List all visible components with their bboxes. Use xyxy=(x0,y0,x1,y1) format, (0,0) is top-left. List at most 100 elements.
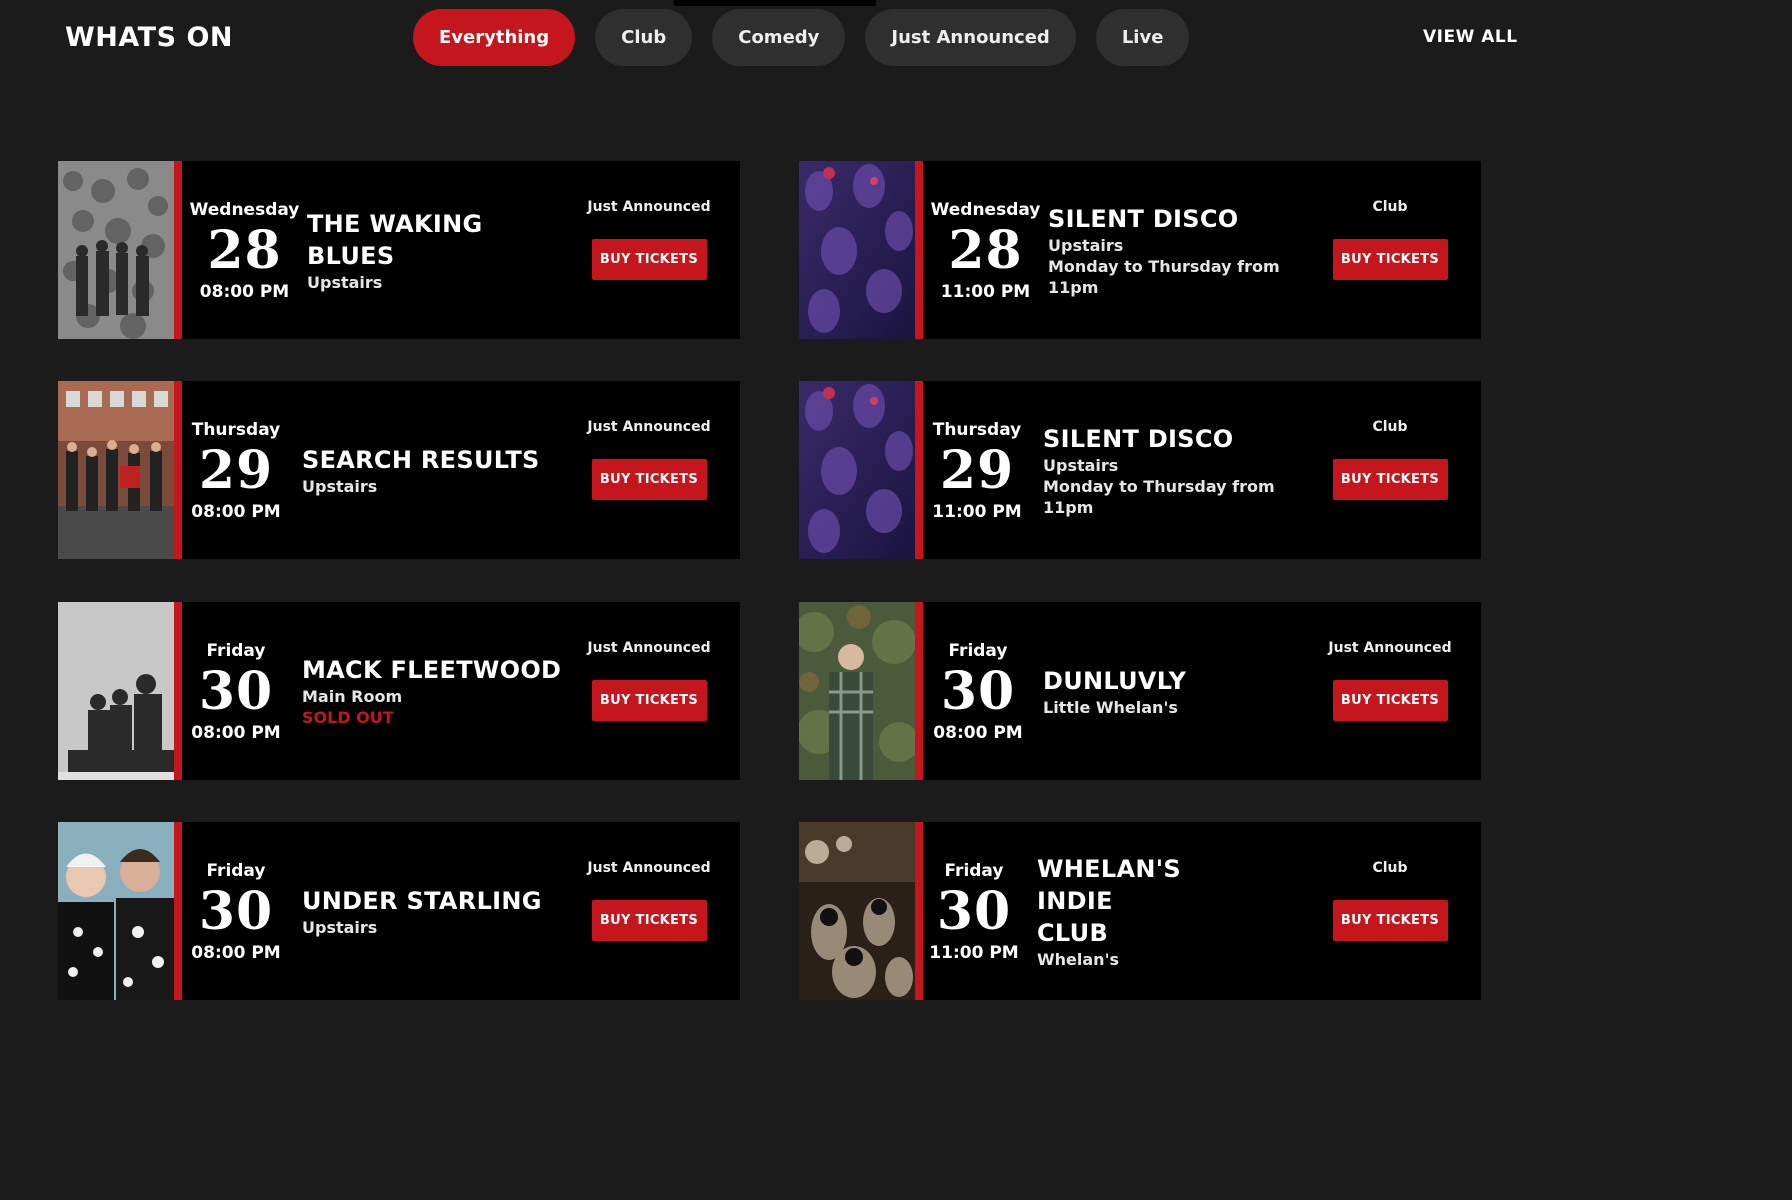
accent-bar xyxy=(174,602,182,780)
event-day: 29 xyxy=(939,440,1015,501)
event-date: Friday 30 11:00 PM xyxy=(923,822,1025,1000)
event-date: Wednesday 28 08:00 PM xyxy=(182,161,307,339)
event-time: 11:00 PM xyxy=(940,282,1031,302)
event-weekday: Friday xyxy=(948,641,1008,661)
event-image[interactable] xyxy=(799,602,915,780)
event-card[interactable]: Wednesday 28 08:00 PM THE WAKING BLUES U… xyxy=(58,161,740,339)
filter-tabs: Everything Club Comedy Just Announced Li… xyxy=(413,9,1190,66)
filter-everything[interactable]: Everything xyxy=(413,9,576,66)
buy-tickets-button[interactable]: BUY TICKETS xyxy=(591,900,707,941)
event-tag: Club xyxy=(1372,419,1408,435)
event-venue: Little Whelan's xyxy=(1043,697,1178,717)
event-venue: Upstairs xyxy=(302,917,378,937)
accent-bar xyxy=(915,161,923,339)
accent-bar xyxy=(174,161,182,339)
event-actions: Club BUY TICKETS xyxy=(1315,381,1465,559)
top-edge-bar xyxy=(674,0,876,6)
event-title[interactable]: SILENT DISCO xyxy=(1043,423,1307,455)
buy-tickets-button[interactable]: BUY TICKETS xyxy=(1332,239,1448,280)
event-time: 08:00 PM xyxy=(191,502,281,522)
accent-bar xyxy=(915,822,923,1000)
event-card[interactable]: Wednesday 28 11:00 PM SILENT DISCO Upsta… xyxy=(799,161,1481,339)
filter-live[interactable]: Live xyxy=(1095,9,1190,66)
event-image[interactable] xyxy=(799,161,915,339)
event-tag: Club xyxy=(1372,860,1408,876)
event-time: 11:00 PM xyxy=(932,502,1022,522)
event-title[interactable]: SEARCH RESULTS xyxy=(302,444,566,476)
sold-out-badge: SOLD OUT xyxy=(302,708,394,727)
event-weekday: Wednesday xyxy=(189,200,300,220)
event-card[interactable]: Friday 30 11:00 PM WHELAN'S INDIE CLUB W… xyxy=(799,822,1481,1000)
event-info: SEARCH RESULTS Upstairs xyxy=(290,381,574,559)
filter-club[interactable]: Club xyxy=(595,9,693,66)
accent-bar xyxy=(915,381,923,559)
event-weekday: Friday xyxy=(944,861,1004,881)
event-venue: Upstairs xyxy=(1048,235,1124,255)
filter-just-announced[interactable]: Just Announced xyxy=(865,9,1076,66)
event-tag: Just Announced xyxy=(587,199,711,215)
event-image[interactable] xyxy=(799,381,915,559)
event-info: THE WAKING BLUES Upstairs xyxy=(307,161,574,339)
event-time: 11:00 PM xyxy=(929,943,1019,963)
event-tag: Club xyxy=(1372,199,1408,215)
event-actions: Club BUY TICKETS xyxy=(1315,161,1465,339)
event-note: Monday to Thursday from 11pm xyxy=(1048,256,1280,297)
event-image[interactable] xyxy=(58,602,174,780)
event-title[interactable]: WHELAN'S INDIE CLUB xyxy=(1037,853,1187,949)
event-time: 08:00 PM xyxy=(191,723,281,743)
event-actions: Just Announced BUY TICKETS xyxy=(574,161,724,339)
event-title[interactable]: THE WAKING BLUES xyxy=(307,208,566,272)
buy-tickets-button[interactable]: BUY TICKETS xyxy=(1332,680,1448,721)
event-date: Wednesday 28 11:00 PM xyxy=(923,161,1048,339)
event-date: Friday 30 08:00 PM xyxy=(182,822,290,1000)
event-image[interactable] xyxy=(58,381,174,559)
event-title[interactable]: UNDER STARLING xyxy=(302,885,566,917)
event-card[interactable]: Friday 30 08:00 PM DUNLUVLY Little Whela… xyxy=(799,602,1481,780)
event-title[interactable]: MACK FLEETWOOD xyxy=(302,654,566,686)
event-info: DUNLUVLY Little Whelan's xyxy=(1033,602,1315,780)
event-time: 08:00 PM xyxy=(199,282,290,302)
event-weekday: Thursday xyxy=(191,420,281,440)
event-card[interactable]: Thursday 29 08:00 PM SEARCH RESULTS Upst… xyxy=(58,381,740,559)
event-image[interactable] xyxy=(799,822,915,1000)
buy-tickets-button[interactable]: BUY TICKETS xyxy=(591,680,707,721)
event-actions: Just Announced BUY TICKETS xyxy=(574,602,724,780)
event-day: 30 xyxy=(936,881,1012,942)
event-info: SILENT DISCO Upstairs Monday to Thursday… xyxy=(1031,381,1315,559)
event-card[interactable]: Friday 30 08:00 PM MACK FLEETWOOD Main R… xyxy=(58,602,740,780)
buy-tickets-button[interactable]: BUY TICKETS xyxy=(1332,900,1448,941)
event-time: 08:00 PM xyxy=(933,723,1023,743)
event-day: 30 xyxy=(198,881,274,942)
event-note: Monday to Thursday from 11pm xyxy=(1043,476,1275,517)
event-day: 28 xyxy=(207,220,282,281)
event-time: 08:00 PM xyxy=(191,943,281,963)
event-tag: Just Announced xyxy=(1328,640,1452,656)
page-title: WHATS ON xyxy=(65,22,233,53)
event-title[interactable]: DUNLUVLY xyxy=(1043,665,1307,697)
view-all-link[interactable]: VIEW ALL xyxy=(1423,27,1518,47)
filter-comedy[interactable]: Comedy xyxy=(712,9,846,66)
event-image[interactable] xyxy=(58,822,174,1000)
event-info: WHELAN'S INDIE CLUB Whelan's xyxy=(1025,822,1315,1000)
event-actions: Club BUY TICKETS xyxy=(1315,822,1465,1000)
event-venue: Main Room xyxy=(302,687,403,706)
event-date: Thursday 29 08:00 PM xyxy=(182,381,290,559)
accent-bar xyxy=(915,602,923,780)
event-card[interactable]: Friday 30 08:00 PM UNDER STARLING Upstai… xyxy=(58,822,740,1000)
buy-tickets-button[interactable]: BUY TICKETS xyxy=(1332,459,1448,500)
event-weekday: Friday xyxy=(206,861,266,881)
event-venue: Upstairs xyxy=(1043,455,1119,475)
event-weekday: Friday xyxy=(206,641,266,661)
event-tag: Just Announced xyxy=(587,860,711,876)
accent-bar xyxy=(174,381,182,559)
event-image[interactable] xyxy=(58,161,174,339)
event-tag: Just Announced xyxy=(587,640,711,656)
buy-tickets-button[interactable]: BUY TICKETS xyxy=(591,459,707,500)
event-card[interactable]: Thursday 29 11:00 PM SILENT DISCO Upstai… xyxy=(799,381,1481,559)
event-actions: Just Announced BUY TICKETS xyxy=(574,822,724,1000)
event-venue: Upstairs xyxy=(307,272,383,292)
buy-tickets-button[interactable]: BUY TICKETS xyxy=(591,239,707,280)
event-day: 30 xyxy=(940,661,1016,722)
accent-bar xyxy=(174,822,182,1000)
event-title[interactable]: SILENT DISCO xyxy=(1048,203,1307,235)
